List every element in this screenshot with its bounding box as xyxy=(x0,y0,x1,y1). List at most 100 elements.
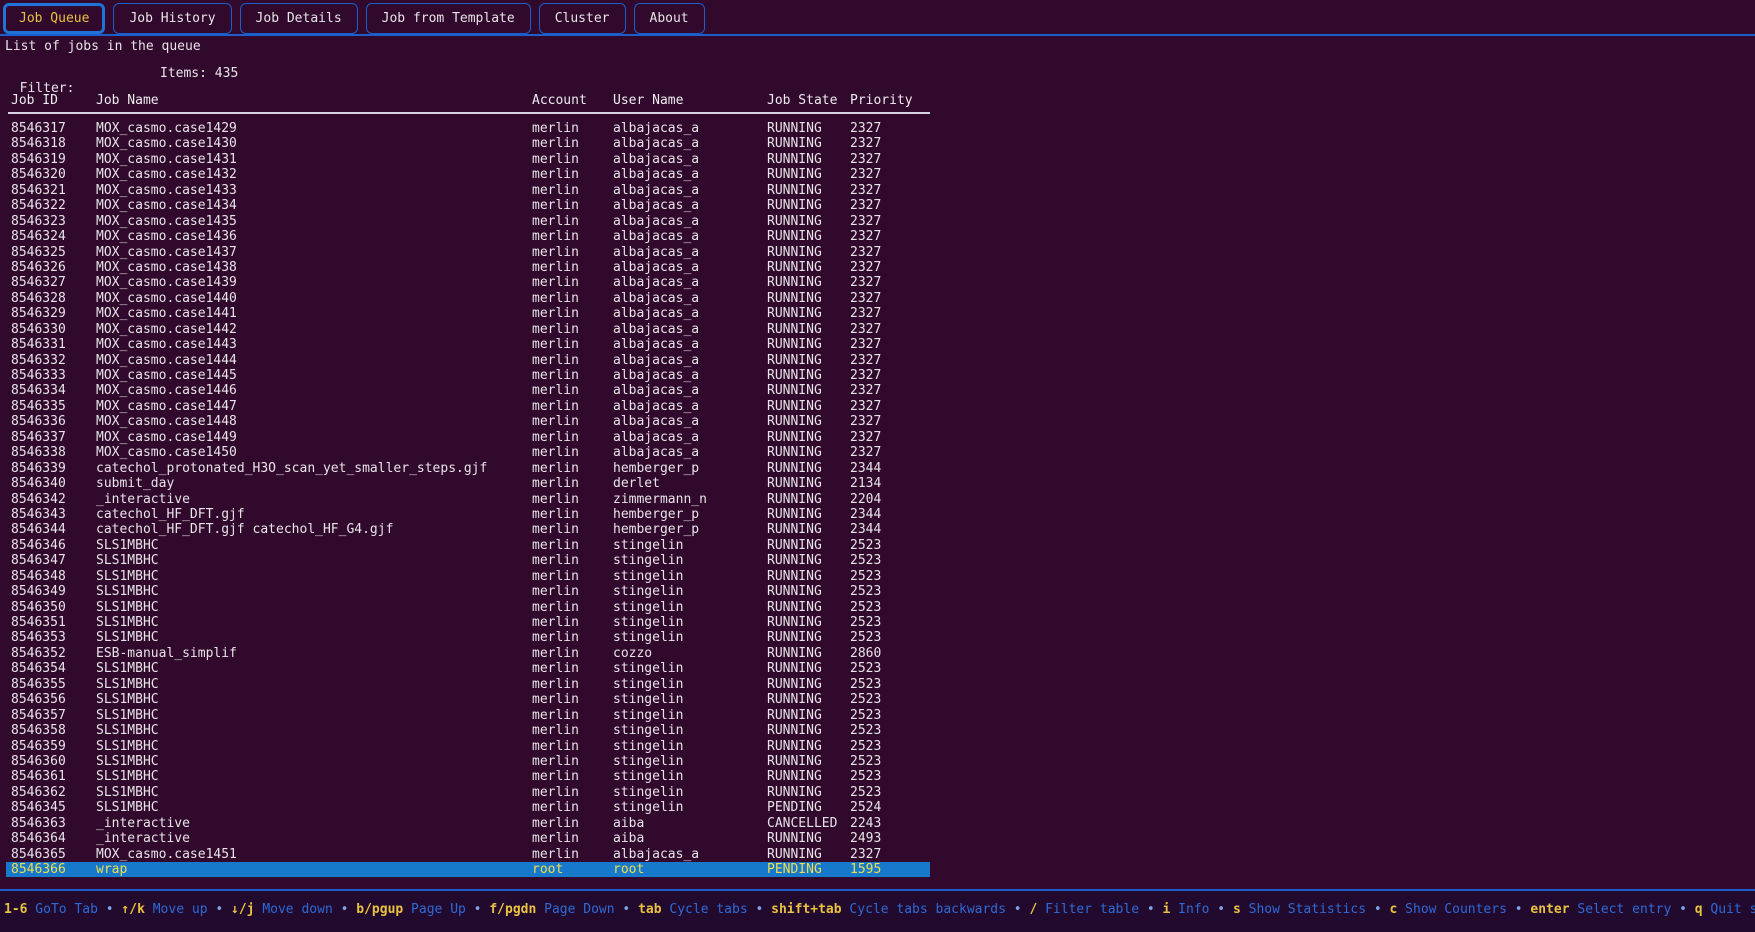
cell-job-id: 8546336 xyxy=(11,414,96,429)
cell-user-name: albajacas_a xyxy=(613,121,767,136)
cell-user-name: albajacas_a xyxy=(613,399,767,414)
table-row[interactable]: 8546344catechol_HF_DFT.gjf catechol_HF_G… xyxy=(6,522,930,537)
cell-job-id: 8546351 xyxy=(11,615,96,630)
table-row[interactable]: 8546363_interactivemerlinaibaCANCELLED22… xyxy=(6,816,930,831)
cell-priority: 2523 xyxy=(850,615,930,630)
cell-account: merlin xyxy=(532,260,613,275)
table-row[interactable]: 8546342_interactivemerlinzimmermann_nRUN… xyxy=(6,492,930,507)
cell-job-name: MOX_casmo.case1449 xyxy=(96,430,532,445)
table-row[interactable]: 8546328MOX_casmo.case1440merlinalbajacas… xyxy=(6,291,930,306)
table-row[interactable]: 8546323MOX_casmo.case1435merlinalbajacas… xyxy=(6,214,930,229)
table-row[interactable]: 8546345SLS1MBHCmerlinstingelinPENDING252… xyxy=(6,800,930,815)
table-row[interactable]: 8546338MOX_casmo.case1450merlinalbajacas… xyxy=(6,445,930,460)
table-row[interactable]: 8546364_interactivemerlinaibaRUNNING2493 xyxy=(6,831,930,846)
cell-priority: 2327 xyxy=(850,183,930,198)
table-row[interactable]: 8546350SLS1MBHCmerlinstingelinRUNNING252… xyxy=(6,600,930,615)
help-separator: • xyxy=(615,902,638,917)
tab-job-from-template[interactable]: Job from Template xyxy=(366,3,531,34)
cell-job-name: MOX_casmo.case1435 xyxy=(96,214,532,229)
table-row[interactable]: 8546321MOX_casmo.case1433merlinalbajacas… xyxy=(6,183,930,198)
cell-job-name: MOX_casmo.case1445 xyxy=(96,368,532,383)
cell-account: merlin xyxy=(532,584,613,599)
cell-job-name: MOX_casmo.case1429 xyxy=(96,121,532,136)
table-row[interactable]: 8546353SLS1MBHCmerlinstingelinRUNNING252… xyxy=(6,630,930,645)
table-row[interactable]: 8546355SLS1MBHCmerlinstingelinRUNNING252… xyxy=(6,677,930,692)
table-header-rule xyxy=(8,112,930,114)
tab-job-details[interactable]: Job Details xyxy=(240,3,358,34)
cell-user-name: hemberger_p xyxy=(613,461,767,476)
table-row-selected[interactable]: 8546366wraprootrootPENDING1595 xyxy=(6,862,930,877)
table-row[interactable]: 8546332MOX_casmo.case1444merlinalbajacas… xyxy=(6,353,930,368)
table-row[interactable]: 8546358SLS1MBHCmerlinstingelinRUNNING252… xyxy=(6,723,930,738)
table-row[interactable]: 8546340submit_daymerlinderletRUNNING2134 xyxy=(6,476,930,491)
help-description: Page Up xyxy=(403,902,466,917)
cell-account: merlin xyxy=(532,383,613,398)
table-row[interactable]: 8546356SLS1MBHCmerlinstingelinRUNNING252… xyxy=(6,692,930,707)
table-row[interactable]: 8546351SLS1MBHCmerlinstingelinRUNNING252… xyxy=(6,615,930,630)
table-row[interactable]: 8546336MOX_casmo.case1448merlinalbajacas… xyxy=(6,414,930,429)
table-row[interactable]: 8546330MOX_casmo.case1442merlinalbajacas… xyxy=(6,322,930,337)
table-row[interactable]: 8546347SLS1MBHCmerlinstingelinRUNNING252… xyxy=(6,553,930,568)
table-row[interactable]: 8546365MOX_casmo.case1451merlinalbajacas… xyxy=(6,847,930,862)
table-row[interactable]: 8546337MOX_casmo.case1449merlinalbajacas… xyxy=(6,430,930,445)
table-row[interactable]: 8546326MOX_casmo.case1438merlinalbajacas… xyxy=(6,260,930,275)
help-separator: • xyxy=(333,902,356,917)
cell-job-name: MOX_casmo.case1447 xyxy=(96,399,532,414)
table-row[interactable]: 8546320MOX_casmo.case1432merlinalbajacas… xyxy=(6,167,930,182)
cell-account: merlin xyxy=(532,831,613,846)
cell-job-id: 8546358 xyxy=(11,723,96,738)
cell-job-name: SLS1MBHC xyxy=(96,769,532,784)
cell-job-state: RUNNING xyxy=(767,692,850,707)
table-row[interactable]: 8546333MOX_casmo.case1445merlinalbajacas… xyxy=(6,368,930,383)
table-row[interactable]: 8546346SLS1MBHCmerlinstingelinRUNNING252… xyxy=(6,538,930,553)
tab-job-history[interactable]: Job History xyxy=(113,3,231,34)
table-row[interactable]: 8546322MOX_casmo.case1434merlinalbajacas… xyxy=(6,198,930,213)
table-row[interactable]: 8546329MOX_casmo.case1441merlinalbajacas… xyxy=(6,306,930,321)
tab-job-queue[interactable]: Job Queue xyxy=(3,3,105,34)
cell-job-state: RUNNING xyxy=(767,353,850,368)
table-row[interactable]: 8546334MOX_casmo.case1446merlinalbajacas… xyxy=(6,383,930,398)
tab-cluster[interactable]: Cluster xyxy=(539,3,626,34)
cell-priority: 2327 xyxy=(850,383,930,398)
cell-user-name: albajacas_a xyxy=(613,198,767,213)
table-row[interactable]: 8546318MOX_casmo.case1430merlinalbajacas… xyxy=(6,136,930,151)
table-row[interactable]: 8546352ESB-manual_simplifmerlincozzoRUNN… xyxy=(6,646,930,661)
table-row[interactable]: 8546354SLS1MBHCmerlinstingelinRUNNING252… xyxy=(6,661,930,676)
cell-job-name: SLS1MBHC xyxy=(96,661,532,676)
cell-user-name: stingelin xyxy=(613,769,767,784)
table-row[interactable]: 8546325MOX_casmo.case1437merlinalbajacas… xyxy=(6,245,930,260)
table-row[interactable]: 8546339catechol_protonated_H3O_scan_yet_… xyxy=(6,461,930,476)
table-row[interactable]: 8546327MOX_casmo.case1439merlinalbajacas… xyxy=(6,275,930,290)
cell-job-state: RUNNING xyxy=(767,214,850,229)
table-row[interactable]: 8546335MOX_casmo.case1447merlinalbajacas… xyxy=(6,399,930,414)
tab-about[interactable]: About xyxy=(634,3,705,34)
table-row[interactable]: 8546361SLS1MBHCmerlinstingelinRUNNING252… xyxy=(6,769,930,784)
table-row[interactable]: 8546348SLS1MBHCmerlinstingelinRUNNING252… xyxy=(6,569,930,584)
table-row[interactable]: 8546357SLS1MBHCmerlinstingelinRUNNING252… xyxy=(6,708,930,723)
table-row[interactable]: 8546331MOX_casmo.case1443merlinalbajacas… xyxy=(6,337,930,352)
cell-user-name: stingelin xyxy=(613,553,767,568)
cell-job-state: RUNNING xyxy=(767,322,850,337)
cell-user-name: aiba xyxy=(613,816,767,831)
cell-user-name: stingelin xyxy=(613,630,767,645)
table-row[interactable]: 8546349SLS1MBHCmerlinstingelinRUNNING252… xyxy=(6,584,930,599)
cell-job-state: RUNNING xyxy=(767,553,850,568)
table-row[interactable]: 8546317MOX_casmo.case1429merlinalbajacas… xyxy=(6,121,930,136)
cell-job-id: 8546319 xyxy=(11,152,96,167)
cell-job-id: 8546350 xyxy=(11,600,96,615)
cell-job-id: 8546338 xyxy=(11,445,96,460)
table-row[interactable]: 8546319MOX_casmo.case1431merlinalbajacas… xyxy=(6,152,930,167)
table-row[interactable]: 8546343catechol_HF_DFT.gjfmerlinhemberge… xyxy=(6,507,930,522)
table-row[interactable]: 8546360SLS1MBHCmerlinstingelinRUNNING252… xyxy=(6,754,930,769)
table-row[interactable]: 8546324MOX_casmo.case1436merlinalbajacas… xyxy=(6,229,930,244)
cell-priority: 2327 xyxy=(850,399,930,414)
cell-priority: 2344 xyxy=(850,522,930,537)
table-row[interactable]: 8546359SLS1MBHCmerlinstingelinRUNNING252… xyxy=(6,739,930,754)
cell-user-name: stingelin xyxy=(613,615,767,630)
cell-priority: 2327 xyxy=(850,167,930,182)
cell-account: merlin xyxy=(532,121,613,136)
table-row[interactable]: 8546362SLS1MBHCmerlinstingelinRUNNING252… xyxy=(6,785,930,800)
tab-bar-underline xyxy=(0,34,1755,36)
cell-account: merlin xyxy=(532,306,613,321)
help-description: Filter table xyxy=(1037,902,1139,917)
